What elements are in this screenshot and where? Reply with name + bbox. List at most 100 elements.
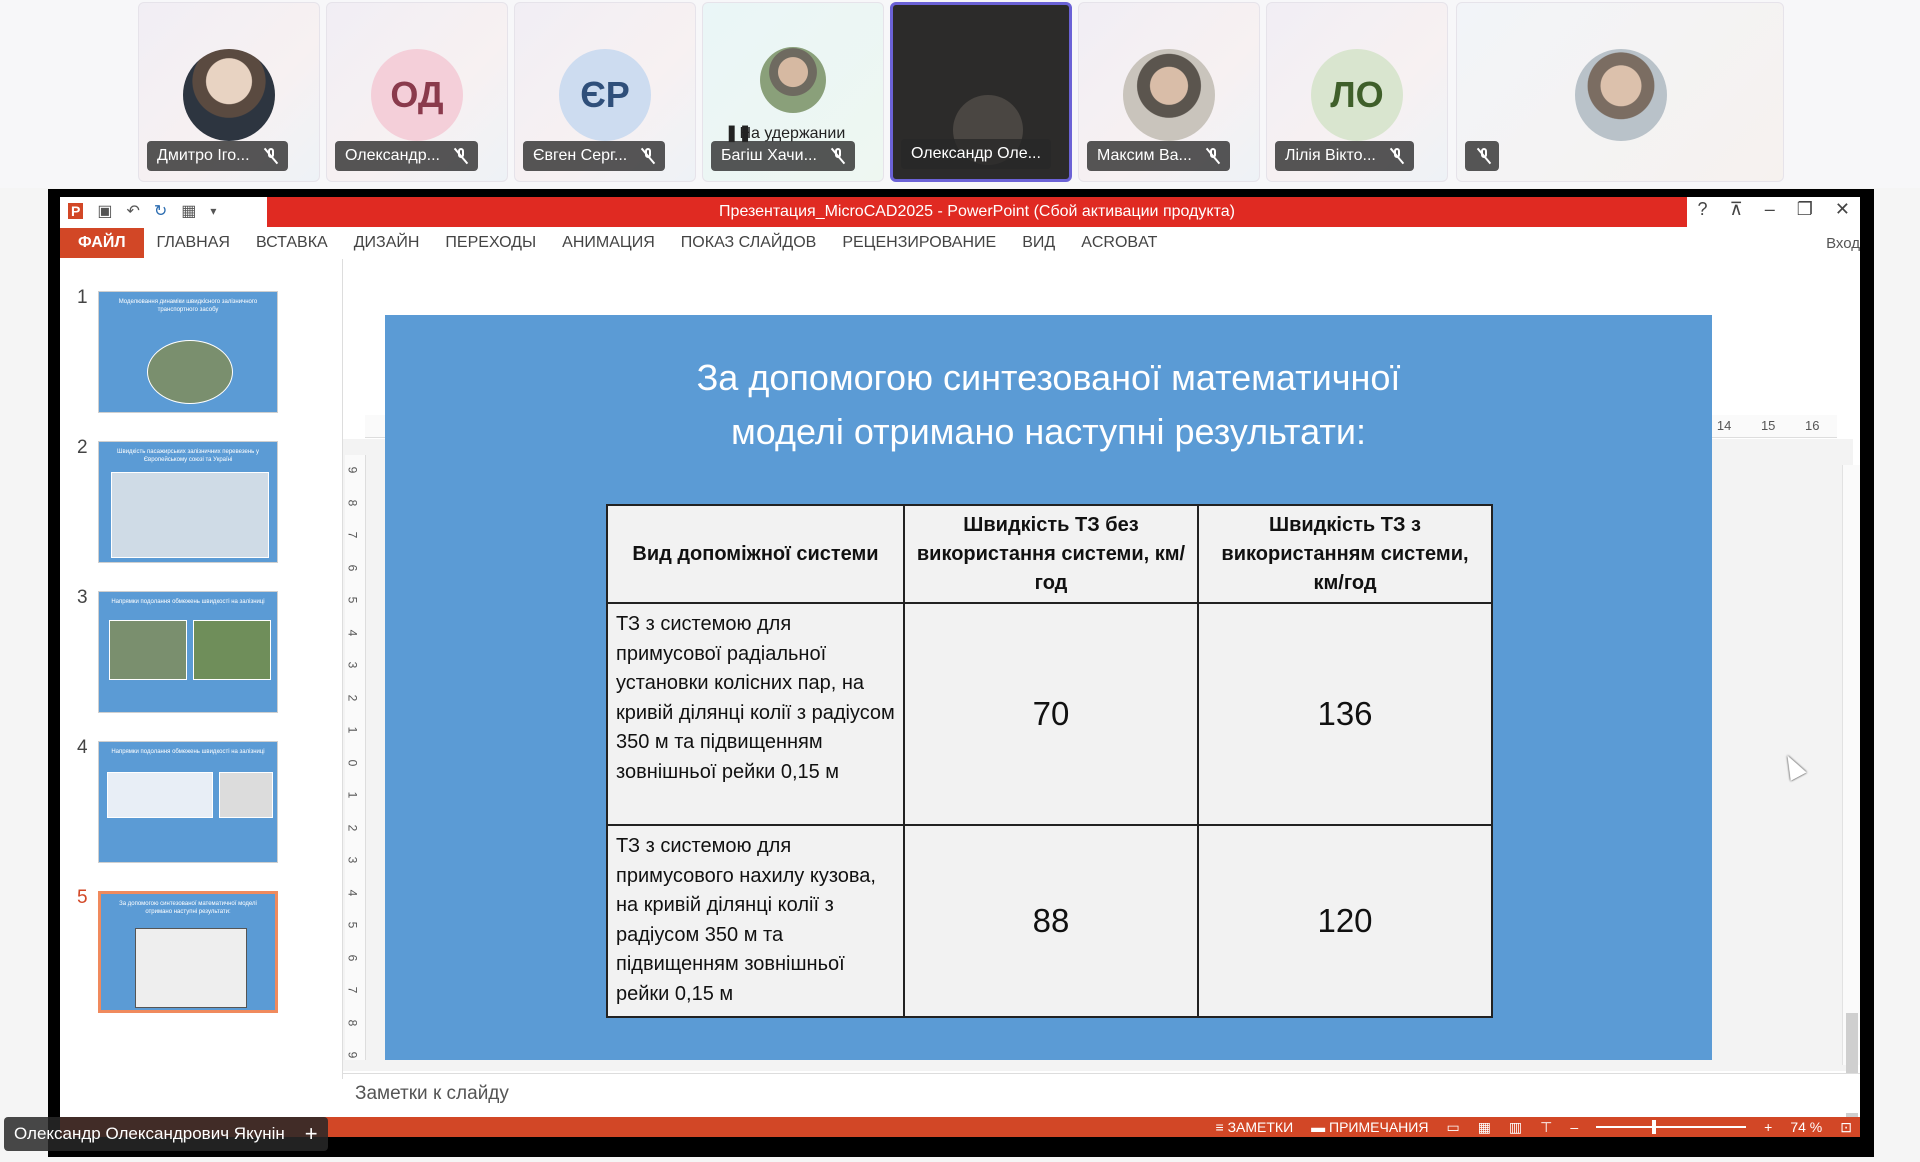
participant-name-chip: Євген Серг... <box>523 141 666 171</box>
ruler-tick-label: 2 <box>345 824 360 831</box>
notes-toggle-button[interactable]: ≡ ЗАМЕТКИ <box>1216 1119 1294 1135</box>
zoom-out-button[interactable]: – <box>1570 1119 1578 1135</box>
ruler-tick-label: 6 <box>345 954 360 961</box>
undo-icon[interactable]: ↶ <box>126 201 139 221</box>
zoom-slider-knob[interactable] <box>1651 1120 1656 1134</box>
vertical-scrollbar[interactable] <box>1842 465 1860 1137</box>
tab-home[interactable]: ГЛАВНАЯ <box>144 234 243 252</box>
redo-icon[interactable]: ↻ <box>154 201 167 221</box>
participant-name-chip: Лілія Вікто... <box>1275 141 1414 171</box>
pause-icon: ❚❚ <box>725 125 752 142</box>
ribbon-tabs: ФАЙЛ ГЛАВНАЯ ВСТАВКА ДИЗАЙН ПЕРЕХОДЫ АНИ… <box>60 227 1860 259</box>
tab-file[interactable]: ФАЙЛ <box>60 228 144 258</box>
participant-tile[interactable]: ЄР Євген Серг... <box>514 2 696 182</box>
plus-icon[interactable]: + <box>305 1121 318 1147</box>
slide-thumbnails-pane: 1 Моделювання динаміки швидкісного заліз… <box>60 259 343 1079</box>
participant-tile[interactable]: ЛО Лілія Вікто... <box>1266 2 1448 182</box>
participant-tile[interactable]: ОД Олександр... <box>326 2 508 182</box>
ruler-tick-label: 3 <box>345 661 360 669</box>
tab-acrobat[interactable]: ACROBAT <box>1068 234 1170 252</box>
vertical-ruler: 9 8 7 6 5 4 3 2 1 0 1 2 3 4 5 6 7 8 9 <box>345 455 366 1060</box>
table-cell-speed-with: 120 <box>1197 824 1493 1018</box>
participant-tile-active-speaker[interactable]: Олександр Оле... <box>890 2 1072 182</box>
thumbnail-title: Напрямки подолання обмежень швидкості на… <box>111 749 265 755</box>
participant-name: Дмитро Іго... <box>157 147 250 164</box>
on-hold-label: На удержании <box>739 125 846 142</box>
table-header: Швидкість ТЗ без використання системи, к… <box>903 504 1199 604</box>
window-title-text: Презентация_MicroCAD2025 - PowerPoint (С… <box>719 203 1235 220</box>
normal-view-icon[interactable]: ▭ <box>1446 1119 1459 1136</box>
ruler-tick-label: 9 <box>345 1051 360 1059</box>
current-slide[interactable]: За допомогою синтезованої математичної м… <box>385 315 1712 1060</box>
speaker-name: Олександр Олександрович Якунін <box>14 1124 285 1143</box>
tab-view[interactable]: ВИД <box>1009 234 1068 252</box>
notes-pane[interactable]: Заметки к слайду <box>343 1073 1860 1113</box>
ruler-tick-label: 7 <box>345 986 360 994</box>
ribbon-display-button[interactable]: ⊼ <box>1730 199 1743 220</box>
save-icon[interactable]: ▣ <box>97 201 112 221</box>
slide-thumbnail-4[interactable]: Напрямки подолання обмежень швидкості на… <box>98 741 278 863</box>
title-bar: P ▣ ↶ ↻ ▦ ▾ Презентация_MicroCAD2025 - P… <box>60 197 1860 227</box>
ruler-tick-label: 5 <box>345 921 360 929</box>
slide-sorter-icon[interactable]: ▦ <box>1478 1119 1491 1136</box>
ruler-tick-label: 4 <box>345 889 360 896</box>
slide-thumbnail-3[interactable]: Напрямки подолання обмежень швидкості на… <box>98 591 278 713</box>
fit-to-window-icon[interactable]: ⊡ <box>1840 1119 1852 1136</box>
thumbnail-number: 3 <box>77 587 88 608</box>
ruler-tick-label: 2 <box>345 694 360 701</box>
zoom-level[interactable]: 74 % <box>1790 1119 1822 1135</box>
tab-design[interactable]: ДИЗАЙН <box>341 234 433 252</box>
reading-view-icon[interactable]: ▥ <box>1509 1119 1522 1136</box>
thumbnail-title: За допомогою синтезованої математичної м… <box>119 901 257 915</box>
slideshow-icon[interactable]: ▦ <box>181 201 196 221</box>
minimize-button[interactable]: – <box>1765 199 1775 220</box>
slide-thumbnail-5-selected[interactable]: За допомогою синтезованої математичної м… <box>98 891 278 1013</box>
thumbnail-image <box>111 472 269 558</box>
participant-tile[interactable]: Максим Ва... <box>1078 2 1260 182</box>
zoom-slider[interactable] <box>1596 1120 1747 1134</box>
speaker-caption: Олександр Олександрович Якунін + <box>4 1117 328 1151</box>
tab-animations[interactable]: АНИМАЦИЯ <box>549 234 668 252</box>
participant-name-chip: Дмитро Іго... <box>147 141 288 171</box>
slide-title: За допомогою синтезованої математичної м… <box>385 351 1712 459</box>
thumbnail-title: Швидкість пасажирських залізничних перев… <box>117 449 259 463</box>
participant-name-chip: Олександр... <box>335 141 478 171</box>
participant-name-chip <box>1465 141 1499 171</box>
participant-avatar <box>183 49 275 141</box>
participant-avatar: ЄР <box>559 49 651 141</box>
zoom-in-button[interactable]: + <box>1764 1119 1772 1135</box>
mic-off-icon <box>1477 148 1491 164</box>
slideshow-view-icon[interactable]: ⊤ <box>1540 1119 1552 1136</box>
restore-button[interactable]: ❐ <box>1797 199 1813 220</box>
thumbnail-number: 2 <box>77 437 88 458</box>
ruler-tick-label: 9 <box>345 466 360 474</box>
tab-slideshow[interactable]: ПОКАЗ СЛАЙДОВ <box>668 234 830 252</box>
thumbnail-image <box>147 340 233 404</box>
tab-transitions[interactable]: ПЕРЕХОДЫ <box>432 234 549 252</box>
slide-thumbnail-1[interactable]: Моделювання динаміки швидкісного залізни… <box>98 291 278 413</box>
ruler-tick-label: 6 <box>345 564 360 571</box>
slide-thumbnail-2[interactable]: Швидкість пасажирських залізничних перев… <box>98 441 278 563</box>
participant-name-chip: Максим Ва... <box>1087 141 1230 171</box>
ruler-tick-label: 0 <box>345 759 360 766</box>
customize-toolbar-icon[interactable]: ▾ <box>210 204 216 218</box>
ruler-tick-label: 4 <box>345 629 360 636</box>
table-cell-speed-without: 88 <box>903 824 1199 1018</box>
help-button[interactable]: ? <box>1698 199 1708 220</box>
participant-tile[interactable]: ❚❚ На удержании Багіш Хачи... <box>702 2 884 182</box>
tab-insert[interactable]: ВСТАВКА <box>243 234 341 252</box>
table-cell-system: ТЗ з системою для примусової радіальної … <box>606 602 905 826</box>
tab-review[interactable]: РЕЦЕНЗИРОВАНИЕ <box>829 234 1009 252</box>
participant-tile[interactable] <box>1456 2 1784 182</box>
mic-off-icon <box>831 148 845 164</box>
participant-tile[interactable]: Дмитро Іго... <box>138 2 320 182</box>
comments-toggle-button[interactable]: ▬ ПРИМЕЧАНИЯ <box>1311 1119 1428 1135</box>
participants-strip: Дмитро Іго... ОД Олександр... ЄР Євген С… <box>0 0 1920 188</box>
ruler-tick-label: 8 <box>345 499 360 506</box>
table-cell-system: ТЗ з системою для примусового нахилу куз… <box>606 824 905 1018</box>
notes-toggle-label: ЗАМЕТКИ <box>1227 1119 1294 1135</box>
participant-name: Лілія Вікто... <box>1285 147 1376 164</box>
sign-in-link[interactable]: Вход <box>1826 235 1860 252</box>
powerpoint-logo-icon: P <box>68 203 84 219</box>
close-button[interactable]: ✕ <box>1835 199 1850 220</box>
